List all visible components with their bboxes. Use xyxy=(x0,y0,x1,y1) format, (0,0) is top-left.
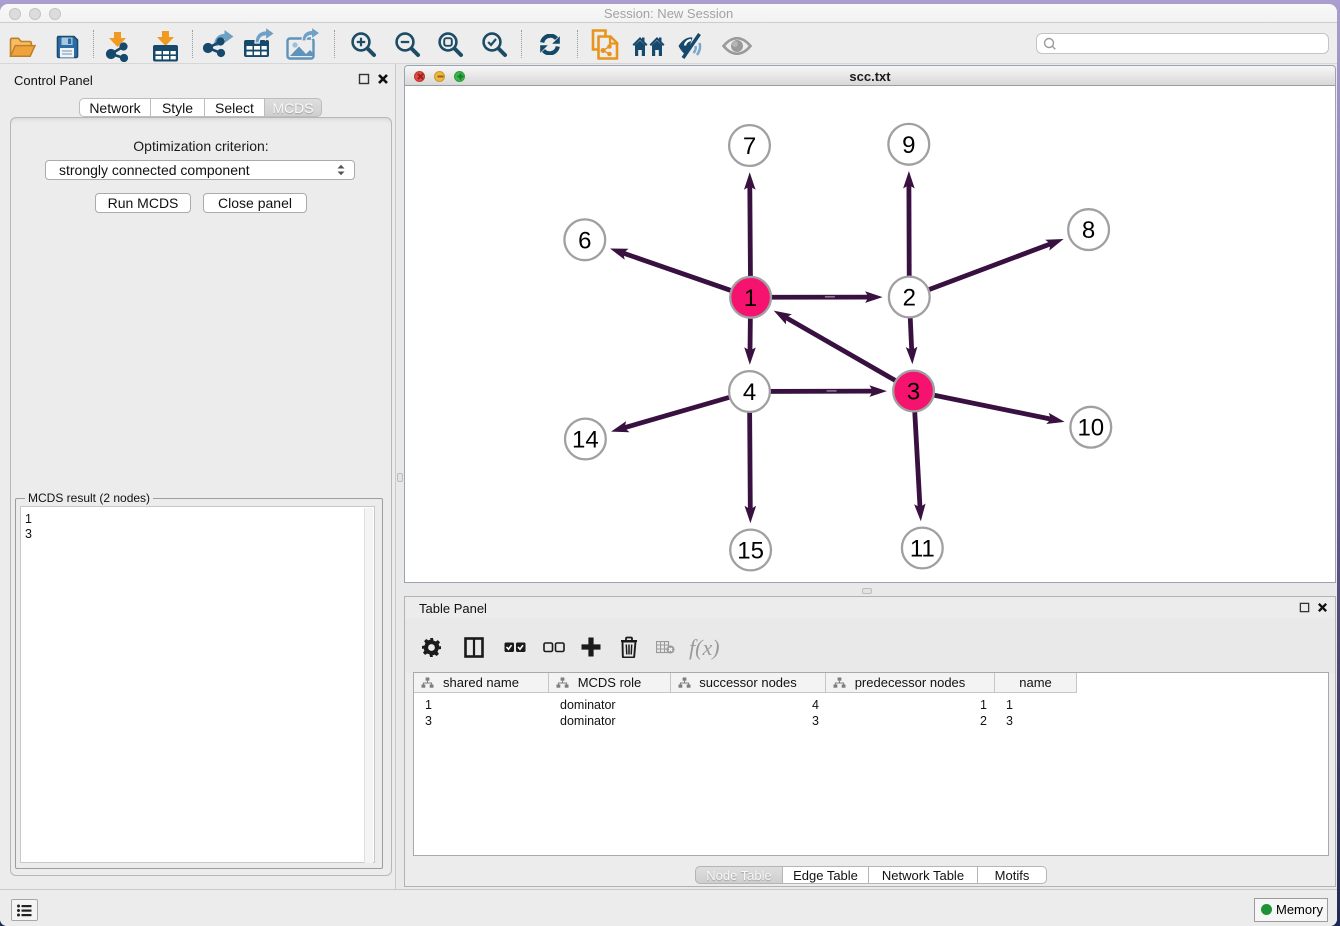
svg-text:8: 8 xyxy=(1082,217,1095,244)
svg-text:6: 6 xyxy=(578,227,591,254)
svg-text:10: 10 xyxy=(1077,415,1104,442)
svg-text:2: 2 xyxy=(903,285,916,312)
svg-text:3: 3 xyxy=(907,379,920,406)
svg-text:1: 1 xyxy=(744,285,757,312)
svg-text:9: 9 xyxy=(902,132,915,159)
svg-text:4: 4 xyxy=(743,379,756,406)
svg-text:14: 14 xyxy=(572,427,599,454)
svg-text:7: 7 xyxy=(743,133,756,160)
svg-text:11: 11 xyxy=(910,536,935,563)
svg-text:15: 15 xyxy=(737,538,764,565)
